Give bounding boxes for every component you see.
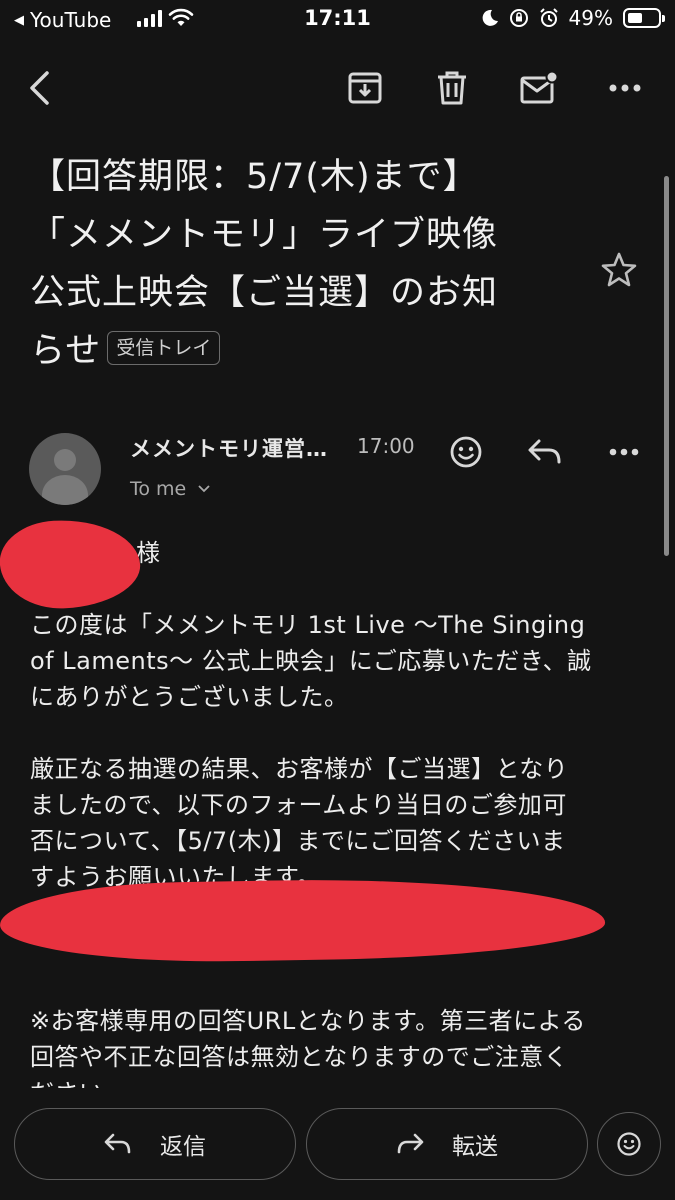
subject-line: 【回答期限：5/7(木)まで】	[30, 157, 479, 197]
reply-icon	[528, 439, 561, 464]
email-body: 様 この度は「メメントモリ 1st Live 〜The Singing of L…	[30, 530, 645, 1088]
sender-avatar[interactable]	[29, 433, 101, 505]
moon-icon	[482, 9, 498, 26]
forward-pill-button[interactable]: 転送	[306, 1108, 588, 1180]
email-toolbar	[0, 58, 675, 118]
delete-button[interactable]	[427, 58, 477, 118]
subject-line: 「メメントモリ」ライブ映像	[30, 215, 499, 255]
subject-line: 公式上映会【ご当選】のお知	[30, 273, 499, 313]
emoji-icon	[450, 436, 482, 468]
status-bar: ◀ YouTube 17:11 49%	[0, 0, 675, 40]
reply-icon	[104, 1133, 131, 1154]
mark-unread-button[interactable]	[514, 58, 564, 118]
body-line: 回答や不正な回答は無効となりますのでご注意く	[30, 1043, 569, 1071]
recipient-label: To me	[130, 478, 187, 500]
emoji-reaction-button[interactable]	[597, 1112, 661, 1176]
recipient-details-toggle[interactable]: To me	[130, 478, 210, 500]
body-line: of Laments〜 公式上映会」にご応募いただき、誠	[30, 647, 592, 675]
back-button[interactable]	[15, 58, 65, 118]
body-paragraph: この度は「メメントモリ 1st Live 〜The Singing of Lam…	[30, 607, 592, 715]
body-paragraph: 厳正なる抽選の結果、お客様が【ご当選】となり ましたので、以下のフォームより当日…	[30, 751, 568, 895]
forward-icon	[397, 1133, 424, 1154]
reply-pill-button[interactable]: 返信	[14, 1108, 296, 1180]
star-button[interactable]	[599, 250, 639, 294]
email-time: 17:00	[357, 434, 415, 458]
rotation-lock-icon	[509, 9, 528, 27]
battery-percent: 49%	[568, 6, 613, 30]
sender-name[interactable]: メメントモリ運営…	[130, 433, 328, 463]
more-options-button[interactable]	[600, 58, 650, 118]
archive-icon	[348, 72, 382, 104]
body-line: ましたので、以下のフォームより当日のご参加可	[30, 791, 567, 819]
body-line: 否について、【5/7(木)】までにご回答くださいま	[30, 827, 566, 855]
message-more-button[interactable]	[602, 430, 646, 474]
mark-unread-icon	[520, 71, 559, 104]
bottom-action-bar: 返信 転送	[0, 1090, 675, 1200]
back-arrow-icon	[30, 71, 49, 105]
star-icon	[601, 252, 637, 287]
email-subject: 【回答期限：5/7(木)まで】 「メメントモリ」ライブ映像 公式上映会【ご当選】…	[30, 148, 575, 380]
forward-label: 転送	[452, 1134, 498, 1160]
body-line: ※お客様専用の回答URLとなります。第三者による	[30, 1007, 586, 1035]
more-horizontal-icon	[609, 84, 641, 92]
more-horizontal-icon	[609, 448, 639, 456]
add-reaction-button[interactable]	[444, 430, 488, 474]
scroll-indicator[interactable]	[664, 176, 669, 556]
body-paragraph: ※お客様専用の回答URLとなります。第三者による 回答や不正な回答は無効となりま…	[30, 1003, 586, 1088]
archive-button[interactable]	[340, 58, 390, 118]
battery-icon	[623, 8, 665, 28]
subject-line: らせ	[30, 331, 102, 371]
body-line: 厳正なる抽選の結果、お客様が【ご当選】となり	[30, 755, 569, 783]
inbox-label-chip[interactable]: 受信トレイ	[107, 331, 221, 365]
chevron-down-icon	[198, 485, 210, 493]
reply-button[interactable]	[523, 430, 567, 474]
body-line: にありがとうございました。	[30, 683, 349, 711]
trash-icon	[438, 71, 466, 105]
alarm-icon	[539, 8, 558, 27]
body-line: この度は「メメントモリ 1st Live 〜The Singing	[30, 611, 586, 639]
emoji-icon	[617, 1132, 641, 1156]
reply-label: 返信	[160, 1134, 206, 1160]
body-line: ださい。	[30, 1075, 586, 1088]
